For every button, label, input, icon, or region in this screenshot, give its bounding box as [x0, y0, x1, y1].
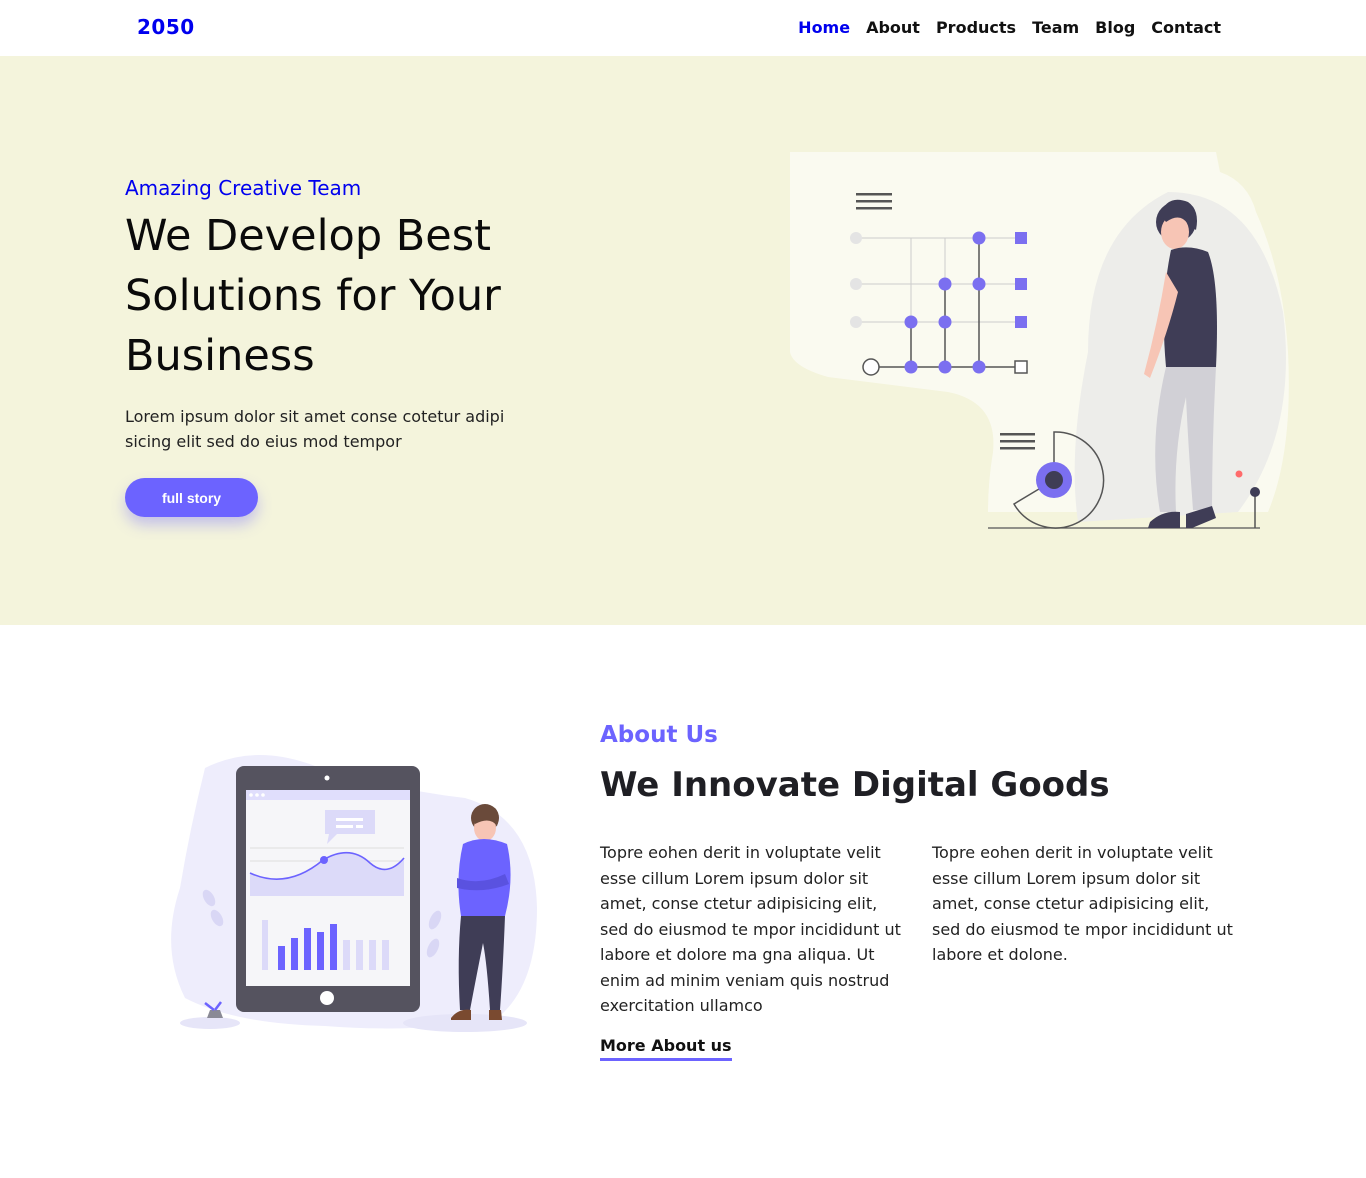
- hero-title: We Develop Best Solutions for Your Busin…: [125, 211, 501, 381]
- hero-illustration: [790, 152, 1289, 529]
- hero-kicker: Amazing Creative Team: [125, 176, 362, 200]
- full-story-button[interactable]: full story: [125, 478, 258, 517]
- hero-section: Amazing Creative Team We Develop Best So…: [0, 56, 1366, 625]
- about-kicker: About Us: [600, 722, 718, 748]
- hero-text: Lorem ipsum dolor sit amet conse cotetur…: [125, 407, 505, 451]
- nav-item-contact[interactable]: Contact: [1151, 18, 1221, 37]
- site-logo[interactable]: 2050: [137, 15, 195, 39]
- about-illustration: [171, 754, 537, 1032]
- about-title: We Innovate Digital Goods: [600, 765, 1110, 805]
- nav-item-about[interactable]: About: [866, 18, 920, 37]
- main-menu: Home About Products Team Blog Contact: [798, 18, 1221, 37]
- tablet-icon: [236, 766, 420, 1012]
- menu-lines-icon: [856, 193, 892, 210]
- nav-item-home[interactable]: Home: [798, 18, 850, 37]
- nav-item-team[interactable]: Team: [1032, 18, 1079, 37]
- about-text-column-2: Topre eohen derit in voluptate velit ess…: [932, 843, 1233, 964]
- about-text-column-1: Topre eohen derit in voluptate velit ess…: [600, 843, 901, 1015]
- nav-item-products[interactable]: Products: [936, 18, 1016, 37]
- more-about-us-link[interactable]: More About us: [600, 1036, 732, 1061]
- nav-item-blog[interactable]: Blog: [1095, 18, 1135, 37]
- top-navbar: 2050 Home About Products Team Blog Conta…: [0, 0, 1366, 56]
